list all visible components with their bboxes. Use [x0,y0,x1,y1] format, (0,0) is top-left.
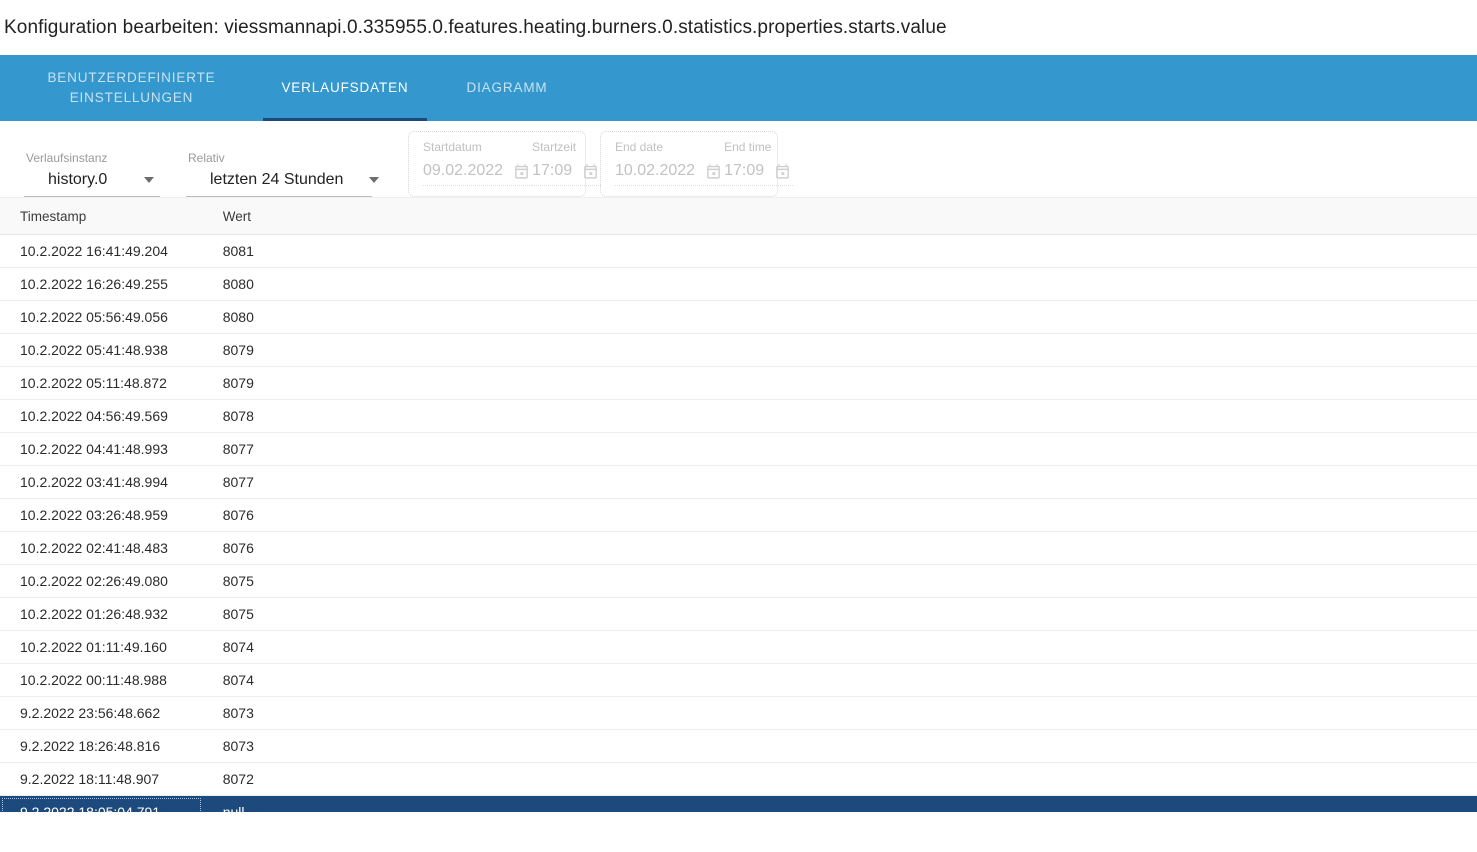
column-header-wert[interactable]: Wert [202,197,1477,235]
cell-timestamp: 10.2.2022 01:11:49.160 [0,630,203,664]
history-instance-field: Verlaufsinstanz history.0 [24,141,160,197]
end-date-input: 10.02.2022 [615,162,725,186]
start-time-value: 17:09 [532,162,573,179]
table-row[interactable]: 9.2.2022 23:56:48.662 8073 [0,696,1477,730]
end-time-label: End time [724,140,772,154]
filter-toolbar: Verlaufsinstanz history.0 Relativ letzte… [0,121,1477,197]
chevron-down-icon [369,177,380,183]
table-row[interactable]: 10.2.2022 05:56:49.056 8080 [0,300,1477,334]
start-time-input: 17:09 [532,162,602,186]
table-row[interactable]: 10.2.2022 04:41:48.993 8077 [0,432,1477,466]
end-date-value: 10.02.2022 [615,162,696,179]
cell-value: 8078 [202,399,1477,433]
cell-timestamp: 10.2.2022 16:41:49.204 [0,234,203,268]
table-row[interactable]: 9.2.2022 18:11:48.907 8072 [0,762,1477,796]
table-header-row: Timestamp Wert [0,197,1477,235]
table-row[interactable]: 9.2.2022 18:05:04.791 null [0,795,1477,812]
start-time-field: Startzeit 17:09 [532,140,602,186]
tab-verlaufsdaten[interactable]: VERLAUFSDATEN [263,55,427,121]
table-row[interactable]: 10.2.2022 05:11:48.872 8079 [0,366,1477,400]
relative-range-label: Relativ [188,151,225,165]
end-time-value: 17:09 [724,162,765,179]
start-time-label: Startzeit [532,140,577,154]
cell-timestamp: 10.2.2022 04:56:49.569 [0,399,203,433]
cell-value: 8072 [202,762,1477,796]
end-time-field: End time 17:09 [724,140,794,186]
end-time-input: 17:09 [724,162,794,186]
cell-timestamp: 10.2.2022 00:11:48.988 [0,663,203,697]
table-row[interactable]: 10.2.2022 00:11:48.988 8074 [0,663,1477,697]
cell-timestamp: 10.2.2022 05:56:49.056 [0,300,203,334]
history-table-container[interactable]: Timestamp Wert 10.2.2022 16:41:49.204 808… [0,197,1477,812]
cell-value: 8073 [202,696,1477,730]
calendar-icon [707,163,720,179]
history-instance-value: history.0 [48,171,108,188]
column-header-timestamp[interactable]: Timestamp [0,197,203,235]
end-datetime-group: End date 10.02.2022 End time 17:09 [600,131,794,197]
cell-value: 8081 [202,234,1477,268]
history-instance-label: Verlaufsinstanz [26,151,108,165]
cell-value: 8079 [202,366,1477,400]
cell-value: 8076 [202,531,1477,565]
cell-timestamp: 10.2.2022 03:26:48.959 [0,498,203,532]
tab-bar: BENUTZERDEFINIERTE EINSTELLUNGEN VERLAUF… [0,55,1477,121]
table-head: Timestamp Wert [0,197,1477,235]
chevron-down-icon [144,177,154,183]
table-row[interactable]: 10.2.2022 02:26:49.080 8075 [0,564,1477,598]
page-title: Konfiguration bearbeiten: viessmannapi.0… [4,17,947,38]
table-row[interactable]: 10.2.2022 01:11:49.160 8074 [0,630,1477,664]
tab-diagramm[interactable]: DIAGRAMM [427,55,587,121]
cell-value: 8075 [202,597,1477,631]
cell-value: 8079 [202,333,1477,367]
cell-value: 8076 [202,498,1477,532]
start-date-field: Startdatum 09.02.2022 [423,140,533,186]
end-date-label: End date [615,140,664,154]
table-row[interactable]: 10.2.2022 05:41:48.938 8079 [0,333,1477,367]
calendar-icon [515,163,528,179]
cell-timestamp: 10.2.2022 01:26:48.932 [0,597,203,631]
table-row[interactable]: 10.2.2022 01:26:48.932 8075 [0,597,1477,631]
table-row[interactable]: 10.2.2022 03:26:48.959 8076 [0,498,1477,532]
table-body: 10.2.2022 16:41:49.204 8081 10.2.2022 16:2… [0,234,1477,812]
cell-value: 8075 [202,564,1477,598]
table-row[interactable]: 9.2.2022 18:26:48.816 8073 [0,729,1477,763]
start-date-label: Startdatum [423,140,482,154]
cell-timestamp: 10.2.2022 04:41:48.993 [0,432,203,466]
calendar-icon [584,163,597,179]
cell-timestamp: 10.2.2022 02:41:48.483 [0,531,203,565]
tab-benutzerdefinierte-einstellungen[interactable]: BENUTZERDEFINIERTE EINSTELLUNGEN [0,55,263,121]
table-row[interactable]: 10.2.2022 16:41:49.204 8081 [0,234,1477,268]
table-row[interactable]: 10.2.2022 02:41:48.483 8076 [0,531,1477,565]
start-datetime-group: Startdatum 09.02.2022 Startzeit 17:09 [408,131,602,197]
table-row[interactable]: 10.2.2022 16:26:49.255 8080 [0,267,1477,301]
cell-value: 8074 [202,630,1477,664]
start-date-value: 09.02.2022 [423,162,504,179]
cell-value: 8077 [202,465,1477,499]
cell-value: null [202,795,1477,812]
cell-timestamp: 10.2.2022 16:26:49.255 [0,267,203,301]
cell-value: 8080 [202,267,1477,301]
relative-range-field: Relativ letzten 24 Stunden [186,141,380,197]
table-row[interactable]: 10.2.2022 03:41:48.994 8077 [0,465,1477,499]
end-date-field: End date 10.02.2022 [615,140,725,186]
relative-range-select[interactable]: letzten 24 Stunden [186,171,380,197]
cell-value: 8074 [202,663,1477,697]
table-row[interactable]: 10.2.2022 04:56:49.569 8078 [0,399,1477,433]
cell-timestamp: 9.2.2022 18:05:04.791 [0,795,203,812]
calendar-icon [776,163,789,179]
history-instance-select[interactable]: history.0 [24,171,160,197]
relative-range-value: letzten 24 Stunden [210,171,344,188]
cell-timestamp: 10.2.2022 05:41:48.938 [0,333,203,367]
cell-timestamp: 10.2.2022 02:26:49.080 [0,564,203,598]
cell-value: 8073 [202,729,1477,763]
history-table: Timestamp Wert 10.2.2022 16:41:49.204 808… [0,197,1477,812]
cell-timestamp: 9.2.2022 18:26:48.816 [0,729,203,763]
start-date-input: 09.02.2022 [423,162,533,186]
cell-value: 8080 [202,300,1477,334]
cell-timestamp: 9.2.2022 23:56:48.662 [0,696,203,730]
cell-timestamp: 9.2.2022 18:11:48.907 [0,762,203,796]
cell-timestamp: 10.2.2022 03:41:48.994 [0,465,203,499]
cell-timestamp: 10.2.2022 05:11:48.872 [0,366,203,400]
cell-value: 8077 [202,432,1477,466]
